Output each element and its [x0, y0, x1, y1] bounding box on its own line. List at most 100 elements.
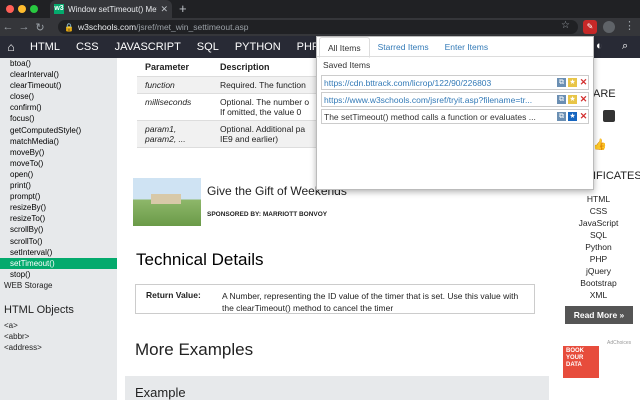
saved-item[interactable]: The setTimeout() method calls a function… [321, 109, 589, 124]
left-sidebar: btoa() clearInterval() clearTimeout() close… [0, 58, 117, 400]
sidebar-tag-item[interactable]: <address> [0, 342, 117, 353]
share-heading: ARE [593, 88, 616, 100]
copy-icon[interactable]: ⧉ [557, 112, 566, 121]
address-bar[interactable]: 🔒 w3schools.com/jsref/met_win_settimeout… [58, 20, 578, 34]
sidebar-item[interactable]: scrollTo() [0, 236, 117, 247]
tab-all-items[interactable]: All Items [319, 37, 370, 58]
tab-starred-items[interactable]: Starred Items [370, 37, 437, 56]
saved-item-text[interactable]: The setTimeout() method calls a function… [324, 112, 555, 122]
sidebar-tag-item[interactable]: <a> [0, 320, 117, 331]
return-value-box: Return Value: A Number, representing the… [135, 284, 535, 314]
certificate-link[interactable]: CSS [557, 206, 640, 216]
nav-item-sql[interactable]: SQL [189, 36, 227, 58]
adchoices-label[interactable]: AdChoices [607, 340, 631, 346]
sidebar-item[interactable]: moveBy() [0, 147, 117, 158]
param-name: param1, param2, ... [137, 120, 212, 148]
saved-item[interactable]: https://www.w3schools.com/jsref/tryit.as… [321, 92, 589, 107]
nav-item-html[interactable]: HTML [22, 36, 68, 58]
sidebar-item[interactable]: clearTimeout() [0, 80, 117, 91]
technical-details-heading: Technical Details [136, 250, 264, 269]
search-icon[interactable]: ⌕ [622, 40, 628, 53]
popup-tabs: All Items Starred Items Enter Items [317, 37, 593, 58]
tab-close-icon[interactable]: ✕ [160, 4, 168, 15]
star-icon[interactable]: ★ [568, 112, 577, 121]
profile-icon[interactable] [603, 21, 615, 33]
certificate-link[interactable]: Python [557, 242, 640, 252]
read-more-button[interactable]: Read More » [565, 306, 633, 324]
certificate-link[interactable]: XML [557, 290, 640, 300]
globe-icon[interactable]: ◐ [596, 40, 603, 52]
nav-item-css[interactable]: CSS [68, 36, 107, 58]
copy-icon[interactable]: ⧉ [557, 78, 566, 87]
delete-icon[interactable]: ✕ [579, 112, 588, 121]
sidebar-item[interactable]: getComputedStyle() [0, 125, 117, 136]
certificate-link[interactable]: Bootstrap [557, 278, 640, 288]
extension-icon[interactable]: ✎ [583, 20, 597, 34]
nav-item-python[interactable]: PYTHON [227, 36, 289, 58]
certificate-link[interactable]: jQuery [557, 266, 640, 276]
sidebar-item[interactable]: setInterval() [0, 247, 117, 258]
sidebar-section-title: HTML Objects [4, 303, 74, 316]
sidebar-item[interactable]: setTimeout() [0, 257, 117, 269]
minimize-window-button[interactable] [18, 5, 26, 13]
sidebar-item[interactable]: scrollBy() [0, 224, 117, 235]
tab-title: Window setTimeout() Method [68, 4, 157, 14]
close-window-button[interactable] [6, 5, 14, 13]
saved-item-text[interactable]: https://www.w3schools.com/jsref/tryit.as… [324, 95, 555, 105]
sidebar-item[interactable]: resizeTo() [0, 213, 117, 224]
copy-icon[interactable]: ⧉ [557, 95, 566, 104]
reload-icon[interactable]: ↻ [32, 21, 48, 34]
sidebar-item[interactable]: open() [0, 169, 117, 180]
tab-enter-items[interactable]: Enter Items [437, 37, 496, 56]
maximize-window-button[interactable] [30, 5, 38, 13]
book-ad[interactable]: BOOK YOUR DATA [563, 346, 599, 378]
certificate-link[interactable]: SQL [557, 230, 640, 240]
home-icon[interactable]: ⌂ [0, 40, 22, 54]
example-title: Example [135, 385, 186, 400]
sidebar-item[interactable]: prompt() [0, 191, 117, 202]
return-value-label: Return Value: [146, 290, 201, 300]
certificates-heading: IFICATES [593, 170, 640, 182]
sidebar-storage-heading[interactable]: WEB Storage [0, 280, 117, 292]
browser-menu-icon[interactable]: ⋮ [624, 19, 635, 32]
sidebar-item[interactable]: print() [0, 180, 117, 191]
sidebar-item[interactable]: moveTo() [0, 158, 117, 169]
url-host: w3schools.com [77, 22, 137, 32]
back-icon[interactable]: ← [0, 21, 16, 33]
sidebar-item[interactable]: close() [0, 91, 117, 102]
star-icon[interactable]: ★ [568, 78, 577, 87]
new-tab-button[interactable]: + [179, 1, 187, 16]
sidebar-item[interactable]: clearInterval() [0, 69, 117, 80]
sidebar-item[interactable]: confirm() [0, 102, 117, 113]
thumbs-up-icon[interactable]: 👍 [593, 138, 607, 151]
param-name: function [137, 76, 212, 94]
certificate-link[interactable]: JavaScript [557, 218, 640, 228]
sidebar-item[interactable]: focus() [0, 113, 117, 124]
delete-icon[interactable]: ✕ [579, 95, 588, 104]
forward-icon[interactable]: → [16, 21, 32, 33]
browser-tab[interactable]: w3 Window setTimeout() Method ✕ [50, 0, 172, 18]
ad-sponsor: SPONSORED BY: MARRIOTT BONVOY [207, 211, 328, 218]
saved-items-label: Saved Items [323, 60, 371, 70]
example-box: Example [125, 376, 549, 400]
certificate-link[interactable]: HTML [557, 194, 640, 204]
bookmark-star-icon[interactable]: ☆ [561, 20, 570, 31]
sidebar-tag-item[interactable]: <abbr> [0, 331, 117, 342]
saved-item-text[interactable]: https://cdn.bttrack.com/licrop/122/90/22… [324, 78, 555, 88]
sidebar-item[interactable]: resizeBy() [0, 202, 117, 213]
twitter-icon[interactable] [603, 110, 615, 122]
more-examples-heading: More Examples [135, 340, 254, 359]
sidebar-item[interactable]: stop() [0, 269, 117, 280]
saved-item[interactable]: https://cdn.bttrack.com/licrop/122/90/22… [321, 75, 589, 90]
certificate-link[interactable]: PHP [557, 254, 640, 264]
nav-item-javascript[interactable]: JAVASCRIPT [107, 36, 189, 58]
param-name: milliseconds [137, 93, 212, 121]
star-icon[interactable]: ★ [568, 95, 577, 104]
sidebar-item[interactable]: matchMedia() [0, 136, 117, 147]
delete-icon[interactable]: ✕ [579, 78, 588, 87]
w3schools-favicon-icon: w3 [54, 4, 64, 14]
return-value-text: A Number, representing the ID value of t… [222, 291, 519, 313]
sidebar-item[interactable]: btoa() [0, 58, 117, 69]
url-path: /jsref/met_win_settimeout.asp [136, 22, 249, 32]
extension-popup: All Items Starred Items Enter Items Save… [316, 36, 594, 190]
